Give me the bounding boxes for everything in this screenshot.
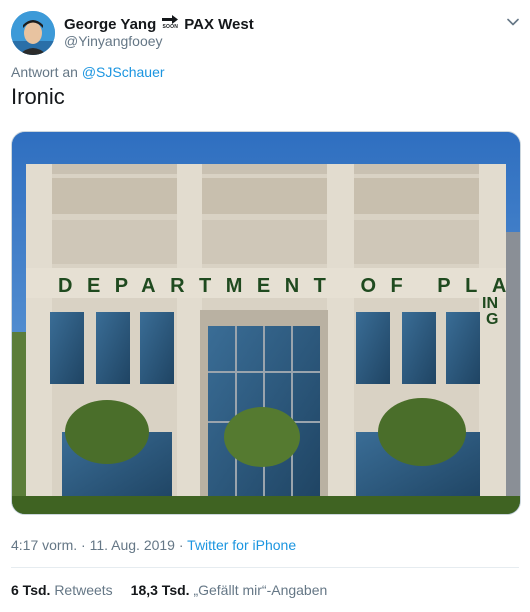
tweet-date[interactable]: 11. Aug. 2019: [90, 537, 175, 553]
tweet-text: Ironic: [11, 84, 65, 109]
reply-mention-link[interactable]: @SJSchauer: [82, 64, 165, 80]
meta-separator: ·: [178, 537, 184, 553]
display-name[interactable]: George Yang: [64, 16, 156, 33]
tweet: George Yang SOON PAX West @Yinyangfooey …: [0, 0, 530, 612]
display-name-suffix[interactable]: PAX West: [184, 16, 253, 33]
reply-context: Antwort an @SJSchauer: [11, 64, 165, 80]
arrow-soon-icon: SOON: [160, 15, 180, 33]
likes-stat[interactable]: 18,3 Tsd. „Gefällt mir“-Angaben: [131, 582, 328, 598]
retweets-count: 6 Tsd.: [11, 582, 51, 598]
sign-extra-1: IN: [482, 295, 498, 312]
reply-prefix: Antwort an: [11, 64, 78, 80]
meta-separator: ·: [81, 537, 86, 553]
soon-label: SOON: [162, 24, 179, 30]
tweet-time[interactable]: 4:17 vorm.: [11, 537, 77, 553]
sign-extra-2: G: [486, 311, 498, 328]
avatar[interactable]: [11, 11, 55, 55]
user-handle[interactable]: @Yinyangfooey: [64, 33, 163, 49]
likes-count: 18,3 Tsd.: [130, 582, 190, 598]
tweet-image[interactable]: DEPARTMENT OF PLANN IN G: [11, 131, 521, 515]
sign-main: DEPARTMENT OF PLANN: [58, 275, 521, 297]
tweet-stats: 6 Tsd. Retweets 18,3 Tsd. „Gefällt mir“-…: [11, 582, 345, 598]
likes-label: „Gefällt mir“-Angaben: [193, 582, 328, 598]
divider: [11, 567, 519, 568]
chevron-down-icon[interactable]: [506, 15, 520, 29]
tweet-source-link[interactable]: Twitter for iPhone: [187, 537, 296, 553]
retweets-label: Retweets: [54, 582, 113, 598]
retweets-stat[interactable]: 6 Tsd. Retweets: [11, 582, 113, 598]
tweet-meta: 4:17 vorm. · 11. Aug. 2019 · Twitter for…: [11, 537, 296, 553]
name-row[interactable]: George Yang SOON PAX West: [64, 15, 254, 33]
